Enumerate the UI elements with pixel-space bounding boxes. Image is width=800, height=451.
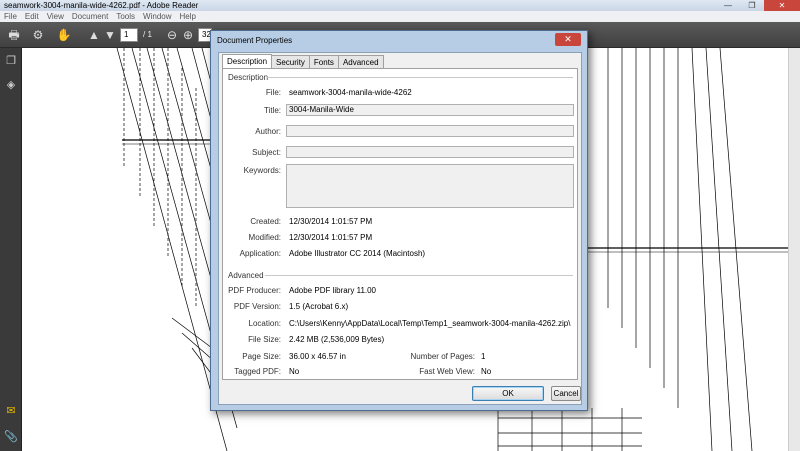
tab-description[interactable]: Description <box>222 54 273 69</box>
pdf-producer-label: PDF Producer: <box>228 286 281 295</box>
pdf-version-label: PDF Version: <box>233 302 281 311</box>
number-of-pages-value: 1 <box>481 352 486 361</box>
keywords-field[interactable] <box>286 164 574 208</box>
application-label: Application: <box>239 249 281 258</box>
tagged-pdf-label: Tagged PDF: <box>234 367 281 376</box>
menu-document[interactable]: Document <box>72 11 108 22</box>
comments-icon[interactable]: ✉ <box>4 404 18 418</box>
layers-icon[interactable]: ◈ <box>4 78 18 92</box>
page-total: / 1 <box>143 30 152 39</box>
tagged-pdf-value: No <box>289 367 300 376</box>
document-properties-dialog: Document Properties ✕ Description Securi… <box>210 30 588 411</box>
menu-view[interactable]: View <box>47 11 64 22</box>
author-field[interactable] <box>286 125 574 137</box>
hand-tool-icon[interactable]: ✋ <box>56 27 72 43</box>
title-label: Title: <box>263 106 281 115</box>
dialog-close-button[interactable]: ✕ <box>555 33 581 46</box>
vertical-scrollbar[interactable] <box>788 48 800 451</box>
dialog-title: Document Properties <box>217 36 293 45</box>
zoom-out-icon[interactable]: ⊖ <box>164 27 180 43</box>
subject-field[interactable] <box>286 146 574 158</box>
menu-edit[interactable]: Edit <box>25 11 39 22</box>
created-label: Created: <box>250 217 281 226</box>
title-bar: seamwork-3004-manila-wide-4262.pdf - Ado… <box>0 0 800 11</box>
pdf-version-value: 1.5 (Acrobat 6.x) <box>289 302 349 311</box>
page-up-icon[interactable]: ▲ <box>86 27 102 43</box>
created-value: 12/30/2014 1:01:57 PM <box>289 217 373 226</box>
fast-web-view-value: No <box>481 367 492 376</box>
page-size-label: Page Size: <box>242 352 281 361</box>
file-value: seamwork-3004-manila-wide-4262 <box>289 88 412 97</box>
print-icon[interactable]: 🖶 <box>6 27 22 43</box>
cancel-button[interactable]: Cancel <box>551 386 581 401</box>
description-separator <box>267 77 573 78</box>
attachments-icon[interactable]: 📎 <box>4 430 18 444</box>
description-panel: Description File: seamwork-3004-manila-w… <box>222 68 578 380</box>
advanced-heading: Advanced <box>228 271 264 280</box>
title-field[interactable]: 3004-Manila-Wide <box>286 104 574 116</box>
tab-security[interactable]: Security <box>271 55 310 68</box>
advanced-separator <box>265 275 573 276</box>
window-controls: — ❐ ✕ <box>716 0 800 11</box>
location-label: Location: <box>248 319 281 328</box>
file-size-value: 2.42 MB (2,536,009 Bytes) <box>289 335 385 344</box>
application-value: Adobe Illustrator CC 2014 (Macintosh) <box>289 249 426 258</box>
pdf-producer-value: Adobe PDF library 11.00 <box>289 286 377 295</box>
menu-help[interactable]: Help <box>180 11 196 22</box>
minimize-button[interactable]: — <box>716 0 740 11</box>
fast-web-view-label: Fast Web View: <box>419 367 475 376</box>
pages-icon[interactable]: ❐ <box>4 54 18 68</box>
subject-label: Subject: <box>252 148 281 157</box>
location-value: C:\Users\Kenny\AppData\Local\Temp\Temp1_… <box>289 319 571 328</box>
maximize-button[interactable]: ❐ <box>740 0 764 11</box>
menu-tools[interactable]: Tools <box>116 11 135 22</box>
left-navigation-pane: ❐ ◈ ✉ 📎 <box>0 48 22 451</box>
file-label: File: <box>265 88 281 97</box>
tab-fonts[interactable]: Fonts <box>308 55 339 68</box>
menu-file[interactable]: File <box>4 11 17 22</box>
author-label: Author: <box>255 127 281 136</box>
close-window-button[interactable]: ✕ <box>764 0 800 11</box>
modified-label: Modified: <box>248 233 281 242</box>
share-icon[interactable]: ⚙ <box>30 27 46 43</box>
keywords-label: Keywords: <box>243 166 281 175</box>
tab-advanced[interactable]: Advanced <box>337 55 384 68</box>
modified-value: 12/30/2014 1:01:57 PM <box>289 233 373 242</box>
menu-window[interactable]: Window <box>143 11 171 22</box>
dialog-body: Description Security Fonts Advanced Desc… <box>218 52 582 405</box>
description-heading: Description <box>228 73 269 82</box>
window-title: seamwork-3004-manila-wide-4262.pdf - Ado… <box>4 1 199 10</box>
page-size-value: 36.00 x 46.57 in <box>289 352 346 361</box>
adobe-reader-window: seamwork-3004-manila-wide-4262.pdf - Ado… <box>0 0 800 451</box>
zoom-in-icon[interactable]: ⊕ <box>180 27 196 43</box>
menu-bar: File Edit View Document Tools Window Hel… <box>0 11 800 22</box>
file-size-label: File Size: <box>248 335 281 344</box>
page-number-input[interactable]: 1 <box>120 28 138 42</box>
ok-button[interactable]: OK <box>472 386 544 401</box>
page-down-icon[interactable]: ▼ <box>102 27 118 43</box>
number-of-pages-label: Number of Pages: <box>410 352 475 361</box>
